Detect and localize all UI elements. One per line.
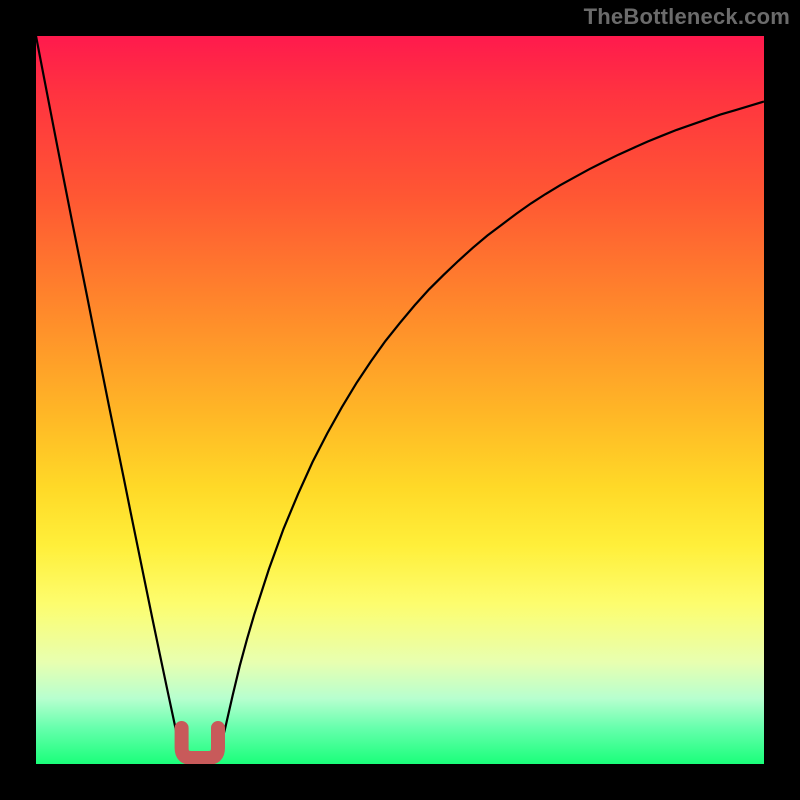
- watermark-text: TheBottleneck.com: [584, 4, 790, 30]
- bottleneck-curve: [36, 36, 764, 764]
- curve-svg: [36, 36, 764, 764]
- plot-area: [36, 36, 764, 764]
- chart-frame: TheBottleneck.com: [0, 0, 800, 800]
- marker-band: [182, 728, 218, 758]
